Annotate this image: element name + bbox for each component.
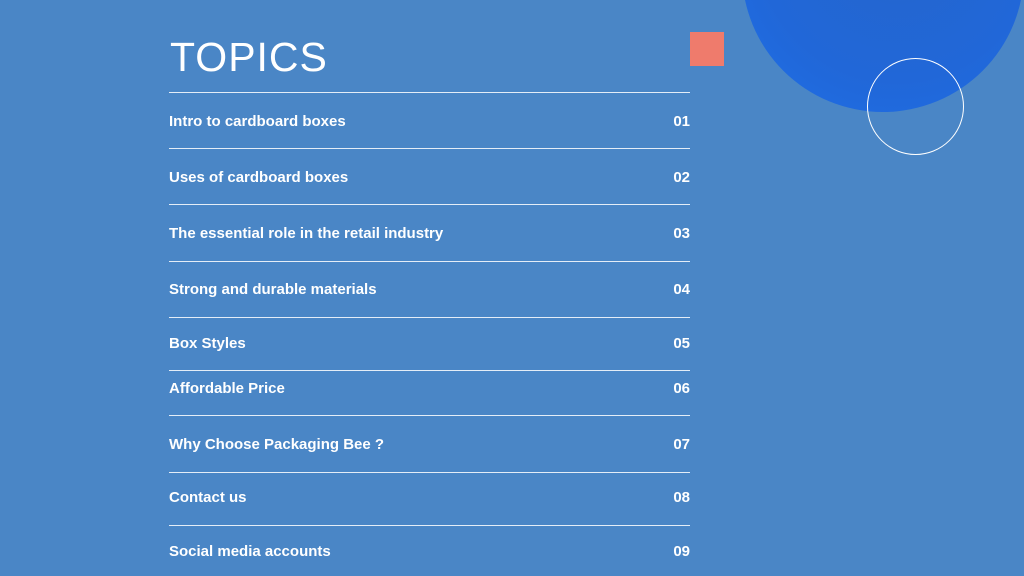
topic-label: Uses of cardboard boxes xyxy=(169,168,349,186)
page-title: TOPICS xyxy=(170,34,328,80)
decorative-coral-square xyxy=(690,32,724,66)
divider xyxy=(169,472,690,473)
topic-row: Why Choose Packaging Bee ? 07 xyxy=(169,434,690,454)
topic-row: Strong and durable materials 04 xyxy=(169,279,690,299)
topic-number: 01 xyxy=(673,112,690,130)
topic-label: Affordable Price xyxy=(169,379,285,397)
topic-label: Strong and durable materials xyxy=(169,280,377,298)
topic-label: Intro to cardboard boxes xyxy=(169,112,346,130)
topic-number: 09 xyxy=(673,542,690,560)
topic-number: 07 xyxy=(673,435,690,453)
divider xyxy=(169,204,690,205)
topic-row: Uses of cardboard boxes 02 xyxy=(169,167,690,187)
topic-number: 06 xyxy=(673,379,690,397)
divider xyxy=(169,415,690,416)
topic-number: 08 xyxy=(673,488,690,506)
divider xyxy=(169,261,690,262)
topic-label: Social media accounts xyxy=(169,542,331,560)
topic-row: Contact us 08 xyxy=(169,487,690,507)
topic-label: Contact us xyxy=(169,488,247,506)
topic-number: 04 xyxy=(673,280,690,298)
divider xyxy=(169,92,690,93)
divider xyxy=(169,317,690,318)
divider xyxy=(169,525,690,526)
topic-number: 02 xyxy=(673,168,690,186)
topic-row: Affordable Price 06 xyxy=(169,378,690,398)
topic-row: Box Styles 05 xyxy=(169,333,690,353)
decorative-outline-circle xyxy=(867,58,964,155)
topic-number: 03 xyxy=(673,224,690,242)
divider xyxy=(169,370,690,371)
topic-label: The essential role in the retail industr… xyxy=(169,224,444,242)
topic-row: The essential role in the retail industr… xyxy=(169,223,690,243)
divider xyxy=(169,148,690,149)
topic-label: Why Choose Packaging Bee ? xyxy=(169,435,385,453)
topic-label: Box Styles xyxy=(169,334,246,352)
topic-number: 05 xyxy=(673,334,690,352)
topic-row: Social media accounts 09 xyxy=(169,541,690,561)
topic-row: Intro to cardboard boxes 01 xyxy=(169,111,690,131)
